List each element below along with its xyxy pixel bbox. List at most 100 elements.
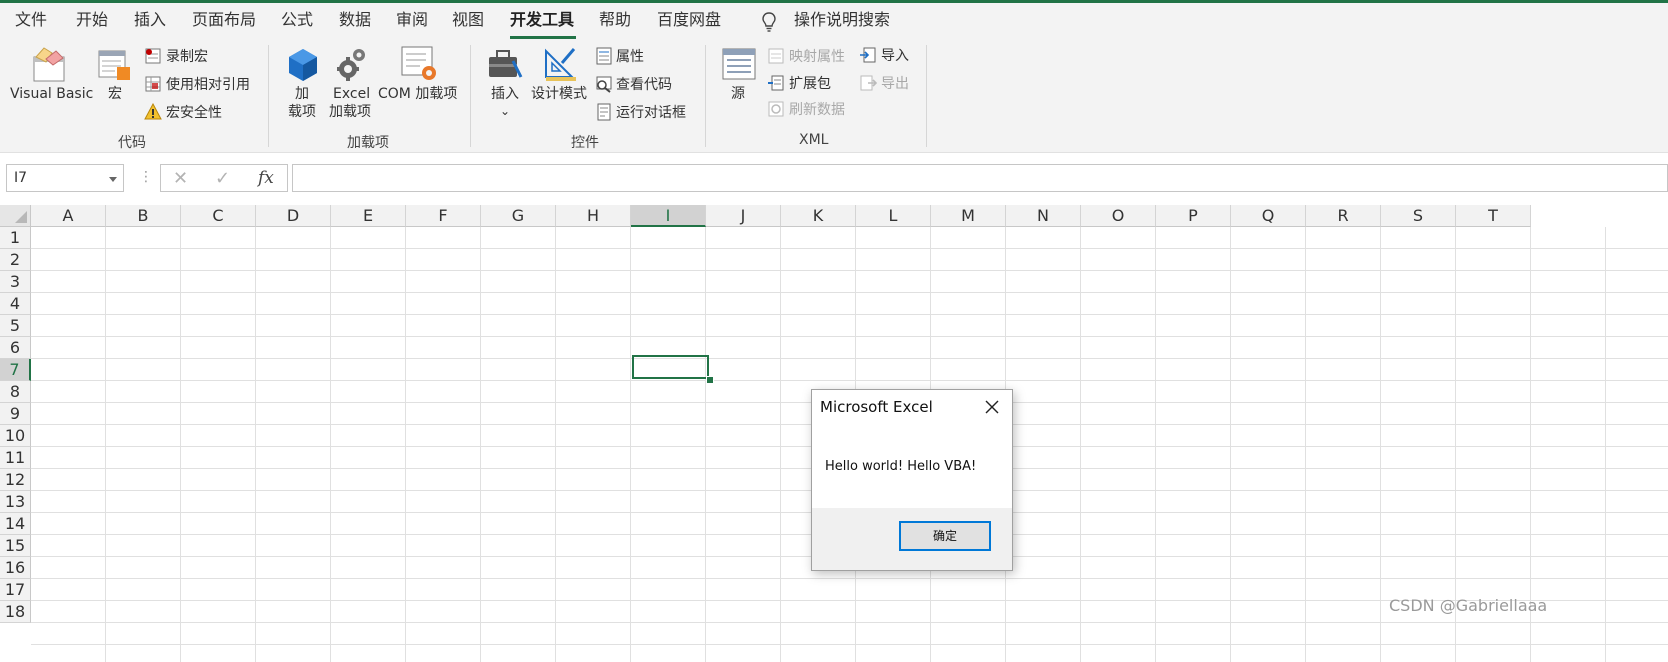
column-header[interactable]: B bbox=[106, 205, 181, 227]
column-header[interactable]: A bbox=[31, 205, 106, 227]
tab-formulas[interactable]: 公式 bbox=[281, 9, 313, 31]
row-header[interactable]: 13 bbox=[0, 491, 31, 513]
visual-basic-button[interactable]: Visual Basic bbox=[10, 85, 93, 103]
group-label-controls: 控件 bbox=[571, 135, 599, 151]
xml-source-button[interactable]: 源 bbox=[731, 85, 745, 103]
row-header[interactable]: 9 bbox=[0, 403, 31, 425]
ribbon-tabs: 文件 开始 插入 页面布局 公式 数据 审阅 视图 开发工具 帮助 百度网盘 操… bbox=[0, 3, 1668, 39]
tab-developer[interactable]: 开发工具 bbox=[510, 9, 574, 31]
fill-handle[interactable] bbox=[706, 376, 714, 384]
insert-dropdown-arrow[interactable]: ⌄ bbox=[500, 102, 510, 120]
record-macro-icon bbox=[145, 48, 161, 64]
tab-insert[interactable]: 插入 bbox=[134, 9, 166, 31]
tab-data[interactable]: 数据 bbox=[339, 9, 371, 31]
excel-add-ins-label-line2[interactable]: 加载项 bbox=[329, 103, 371, 121]
tell-me-search[interactable]: 操作说明搜索 bbox=[794, 9, 890, 31]
row-header[interactable]: 7 bbox=[0, 359, 31, 381]
map-properties-button[interactable]: 映射属性 bbox=[789, 48, 845, 66]
design-mode-button[interactable]: 设计模式 bbox=[531, 85, 587, 103]
tab-view[interactable]: 视图 bbox=[452, 9, 484, 31]
enter-check-icon[interactable]: ✓ bbox=[215, 168, 230, 189]
row-header[interactable]: 12 bbox=[0, 469, 31, 491]
row-header[interactable]: 4 bbox=[0, 293, 31, 315]
design-mode-icon bbox=[545, 48, 576, 81]
tab-help[interactable]: 帮助 bbox=[599, 9, 631, 31]
run-dialog-button[interactable]: 运行对话框 bbox=[616, 104, 686, 122]
view-code-icon bbox=[596, 76, 612, 93]
column-header[interactable]: T bbox=[1456, 205, 1531, 227]
properties-icon bbox=[596, 47, 612, 65]
column-header[interactable]: G bbox=[481, 205, 556, 227]
expansion-packs-button[interactable]: 扩展包 bbox=[789, 75, 831, 93]
add-ins-label-line2[interactable]: 载项 bbox=[288, 103, 316, 121]
column-header[interactable]: S bbox=[1381, 205, 1456, 227]
row-header[interactable]: 3 bbox=[0, 271, 31, 293]
column-header[interactable]: K bbox=[781, 205, 856, 227]
column-header[interactable]: R bbox=[1306, 205, 1381, 227]
column-header[interactable]: M bbox=[931, 205, 1006, 227]
row-header[interactable]: 1 bbox=[0, 227, 31, 249]
tab-page-layout[interactable]: 页面布局 bbox=[192, 9, 256, 31]
column-header[interactable]: F bbox=[406, 205, 481, 227]
refresh-data-icon bbox=[768, 101, 784, 117]
relative-reference-icon bbox=[145, 76, 161, 92]
macro-security-button[interactable]: 宏安全性 bbox=[166, 104, 222, 122]
row-header[interactable]: 8 bbox=[0, 381, 31, 403]
ribbon: Visual Basic 宏 录制宏 使用相对引用 宏安全性 代码 加 载项 E… bbox=[0, 39, 1668, 153]
view-code-button[interactable]: 查看代码 bbox=[616, 76, 672, 94]
select-all-button[interactable] bbox=[0, 205, 31, 227]
export-button[interactable]: 导出 bbox=[881, 75, 909, 93]
row-header[interactable]: 10 bbox=[0, 425, 31, 447]
insert-control-button[interactable]: 插入 bbox=[491, 85, 519, 103]
dialog-footer: 确定 bbox=[812, 508, 1012, 570]
column-header[interactable]: H bbox=[556, 205, 631, 227]
row-header[interactable]: 16 bbox=[0, 557, 31, 579]
column-header[interactable]: E bbox=[331, 205, 406, 227]
name-box[interactable]: I7 bbox=[6, 164, 124, 192]
ok-button[interactable]: 确定 bbox=[899, 521, 991, 551]
add-ins-label-line1[interactable]: 加 bbox=[295, 85, 309, 103]
tab-review[interactable]: 审阅 bbox=[396, 9, 428, 31]
refresh-data-button[interactable]: 刷新数据 bbox=[789, 101, 845, 119]
tab-file[interactable]: 文件 bbox=[15, 9, 47, 31]
lightbulb-icon[interactable] bbox=[760, 11, 778, 33]
column-header[interactable]: D bbox=[256, 205, 331, 227]
tab-home[interactable]: 开始 bbox=[76, 9, 108, 31]
insert-function-icon[interactable]: fx bbox=[258, 168, 274, 188]
formula-input[interactable] bbox=[292, 164, 1668, 192]
import-button[interactable]: 导入 bbox=[881, 47, 909, 65]
tab-baidu-netdisk[interactable]: 百度网盘 bbox=[657, 9, 721, 31]
column-header[interactable]: C bbox=[181, 205, 256, 227]
row-header[interactable]: 15 bbox=[0, 535, 31, 557]
column-header[interactable]: N bbox=[1006, 205, 1081, 227]
column-header[interactable]: J bbox=[706, 205, 781, 227]
active-cell[interactable] bbox=[632, 355, 709, 379]
column-header[interactable]: O bbox=[1081, 205, 1156, 227]
chevron-down-icon[interactable] bbox=[109, 177, 117, 182]
group-separator bbox=[470, 45, 471, 147]
use-relative-references-button[interactable]: 使用相对引用 bbox=[166, 76, 250, 94]
group-separator bbox=[268, 45, 269, 147]
excel-add-ins-label-line1[interactable]: Excel bbox=[333, 85, 370, 103]
column-header[interactable]: I bbox=[631, 205, 706, 227]
formula-bar-resize-handle[interactable]: ⋮ bbox=[139, 169, 153, 185]
column-header[interactable]: P bbox=[1156, 205, 1231, 227]
row-header[interactable]: 6 bbox=[0, 337, 31, 359]
macros-button[interactable]: 宏 bbox=[108, 85, 122, 103]
row-header[interactable]: 17 bbox=[0, 579, 31, 601]
properties-button[interactable]: 属性 bbox=[616, 48, 644, 66]
group-separator bbox=[705, 45, 706, 147]
row-header[interactable]: 5 bbox=[0, 315, 31, 337]
close-icon[interactable] bbox=[982, 397, 1002, 417]
row-header[interactable]: 18 bbox=[0, 601, 31, 623]
row-header[interactable]: 2 bbox=[0, 249, 31, 271]
column-header[interactable]: Q bbox=[1231, 205, 1306, 227]
com-add-ins-button[interactable]: COM 加载项 bbox=[378, 85, 457, 103]
column-header[interactable]: L bbox=[856, 205, 931, 227]
record-macro-button[interactable]: 录制宏 bbox=[166, 48, 208, 66]
row-header[interactable]: 14 bbox=[0, 513, 31, 535]
row-header[interactable]: 11 bbox=[0, 447, 31, 469]
com-add-ins-icon bbox=[401, 46, 436, 80]
cancel-icon[interactable]: ✕ bbox=[173, 168, 188, 189]
macros-icon bbox=[98, 50, 130, 80]
